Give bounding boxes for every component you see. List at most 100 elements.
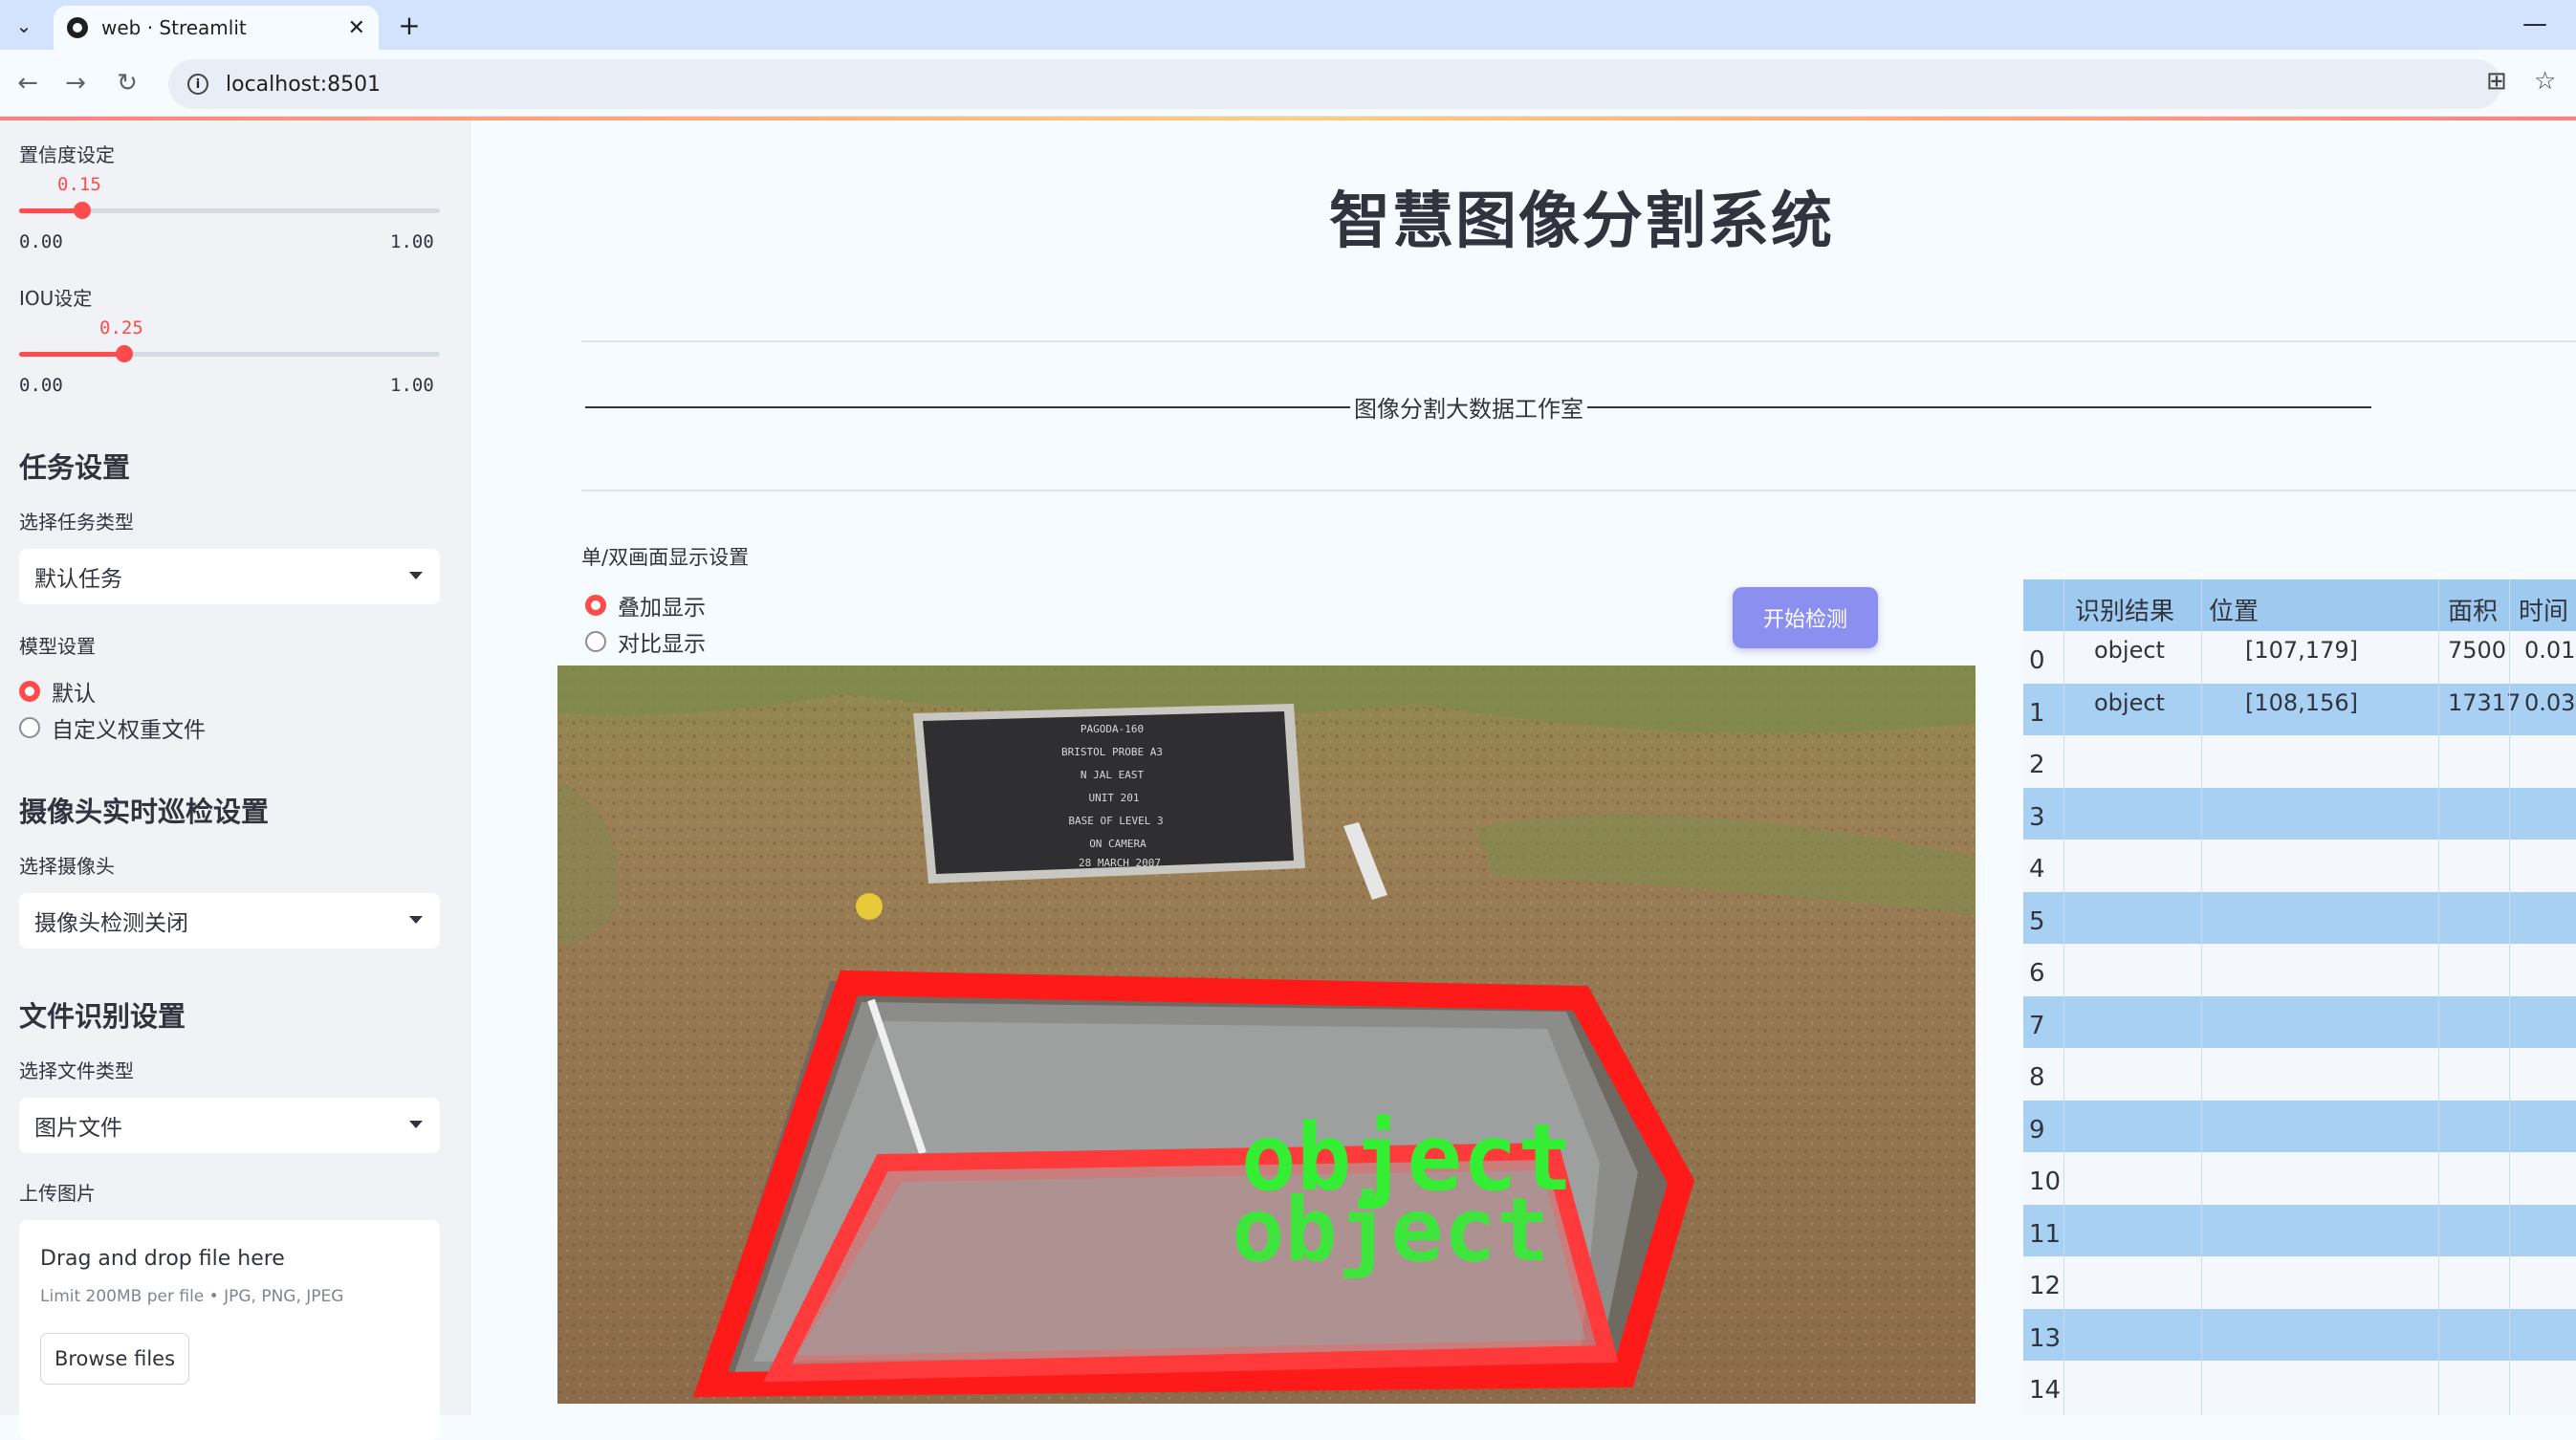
table-row[interactable]: 6 [2023, 944, 2576, 996]
tab-title: web · Streamlit [101, 16, 247, 39]
start-detection-button[interactable]: 开始检测 [1733, 587, 1878, 648]
row-index: 9 [2029, 1115, 2045, 1145]
table-row[interactable]: 8 [2023, 1048, 2576, 1101]
translate-icon[interactable]: ⊞ [2486, 67, 2507, 96]
header-position[interactable]: 位置 [2209, 592, 2259, 627]
display-option-overlay[interactable]: 叠加显示 [585, 589, 706, 622]
url-text: localhost:8501 [226, 72, 382, 97]
row-index: 6 [2029, 959, 2045, 988]
radio-selected-icon[interactable] [585, 595, 606, 616]
dash-left [585, 405, 1350, 408]
radio-unselected-icon[interactable] [19, 717, 40, 738]
header-result[interactable]: 识别结果 [2075, 592, 2174, 627]
row-index: 10 [2029, 1167, 2062, 1196]
table-row[interactable]: 0 object [107,179] 7500 0.01 [2023, 631, 2576, 684]
cell-time: 0.03 [2524, 688, 2576, 716]
confidence-value: 0.15 [57, 174, 101, 195]
row-index: 14 [2029, 1376, 2062, 1405]
display-mode-label: 单/双画面显示设置 [581, 546, 750, 569]
detection-result-image: PAGODA-160 BRISTOL PROBE A3 N JAL EAST U… [557, 665, 1976, 1404]
subtitle-line: 图像分割大数据工作室 [581, 390, 2375, 424]
tab-search-chevron-icon[interactable]: ⌄ [8, 10, 40, 42]
display-option-compare[interactable]: 对比显示 [585, 625, 706, 658]
iou-slider[interactable] [19, 345, 440, 362]
confidence-slider[interactable] [19, 202, 440, 219]
sign-line: BRISTOL PROBE A3 [1061, 746, 1163, 758]
browser-tab[interactable]: web · Streamlit ✕ [54, 6, 379, 50]
header-time[interactable]: 时间 [2519, 592, 2568, 627]
row-index: 11 [2029, 1219, 2062, 1249]
sign-line: PAGODA-160 [1081, 723, 1144, 735]
forward-arrow-icon[interactable]: → [59, 67, 92, 99]
task-settings-heading: 任务设置 [19, 451, 131, 484]
file-type-value: 图片文件 [34, 1116, 122, 1141]
dash-right [1587, 405, 2371, 408]
table-row[interactable]: 12 [2023, 1256, 2576, 1309]
model-option-default[interactable]: 默认 [19, 675, 96, 708]
sign-line: UNIT 201 [1089, 792, 1140, 804]
reload-icon[interactable]: ↻ [111, 67, 143, 99]
camera-label: 选择摄像头 [19, 855, 115, 878]
table-row[interactable]: 5 [2023, 891, 2576, 944]
table-row[interactable]: 1 object [108,156] 17317 0.03 [2023, 683, 2576, 735]
row-index: 4 [2029, 855, 2045, 884]
chevron-down-icon [409, 916, 423, 924]
sign-line: N JAL EAST [1081, 769, 1145, 781]
browse-files-button[interactable]: Browse files [40, 1333, 189, 1385]
table-row[interactable]: 9 [2023, 1100, 2576, 1152]
cell-result: object [2094, 688, 2165, 716]
row-index: 1 [2029, 698, 2045, 728]
iou-slider-fill [19, 352, 124, 357]
row-index: 7 [2029, 1011, 2045, 1040]
model-settings-label: 模型设置 [19, 635, 96, 658]
table-row[interactable]: 14 [2023, 1361, 2576, 1413]
table-row[interactable]: 3 [2023, 787, 2576, 840]
radio-unselected-icon[interactable] [585, 631, 606, 652]
cell-position: [108,156] [2245, 688, 2358, 716]
streamlit-favicon-icon [67, 17, 88, 38]
column-divider [2063, 579, 2064, 1415]
confidence-slider-thumb[interactable] [74, 202, 91, 219]
upload-label: 上传图片 [19, 1182, 96, 1205]
header-area[interactable]: 面积 [2448, 592, 2498, 627]
row-index: 12 [2029, 1272, 2062, 1300]
chevron-down-icon [409, 572, 423, 579]
task-type-value: 默认任务 [34, 567, 122, 592]
model-option-custom[interactable]: 自定义权重文件 [19, 711, 206, 744]
cell-result: object [2094, 637, 2165, 664]
table-row[interactable]: 13 [2023, 1308, 2576, 1361]
file-settings-heading: 文件识别设置 [19, 1000, 186, 1033]
subtitle: 图像分割大数据工作室 [1354, 396, 1583, 423]
table-row[interactable]: 7 [2023, 995, 2576, 1048]
sign-board: PAGODA-160 BRISTOL PROBE A3 N JAL EAST U… [913, 704, 1305, 884]
table-row[interactable]: 11 [2023, 1204, 2576, 1256]
row-index: 8 [2029, 1063, 2045, 1092]
column-divider [2201, 579, 2202, 1415]
browser-tab-bar: ⌄ web · Streamlit ✕ + — [0, 0, 2576, 50]
tab-close-icon[interactable]: ✕ [348, 16, 365, 40]
divider-bottom [581, 490, 2576, 491]
iou-slider-thumb[interactable] [116, 345, 133, 362]
minimize-window-icon[interactable]: — [2522, 10, 2547, 38]
results-table[interactable]: 识别结果 位置 面积 时间 0 object [107,179] 7500 0.01 1 o… [2023, 579, 2576, 1415]
file-dropzone[interactable]: Drag and drop file here Limit 200MB per … [19, 1220, 440, 1440]
table-header: 识别结果 位置 面积 时间 [2023, 579, 2576, 631]
task-type-select[interactable]: 默认任务 [19, 549, 440, 604]
table-row[interactable]: 2 [2023, 735, 2576, 788]
bookmark-star-icon[interactable]: ☆ [2534, 67, 2556, 96]
site-info-icon[interactable]: i [187, 74, 208, 95]
file-type-select[interactable]: 图片文件 [19, 1098, 440, 1153]
table-row[interactable]: 10 [2023, 1152, 2576, 1205]
detection-label-2: object [1232, 1179, 1549, 1281]
iou-min: 0.00 [19, 375, 63, 396]
back-arrow-icon[interactable]: ← [11, 67, 44, 99]
page-title: 智慧图像分割系统 [1329, 186, 1834, 257]
model-option-label: 默认 [52, 682, 96, 707]
table-row[interactable]: 4 [2023, 840, 2576, 892]
dropzone-title: Drag and drop file here [40, 1247, 285, 1271]
column-divider [2509, 579, 2510, 1415]
new-tab-plus-icon[interactable]: + [392, 8, 426, 42]
radio-selected-icon[interactable] [19, 681, 40, 702]
camera-select[interactable]: 摄像头检测关闭 [19, 893, 440, 949]
url-field[interactable]: i localhost:8501 [168, 59, 2501, 109]
